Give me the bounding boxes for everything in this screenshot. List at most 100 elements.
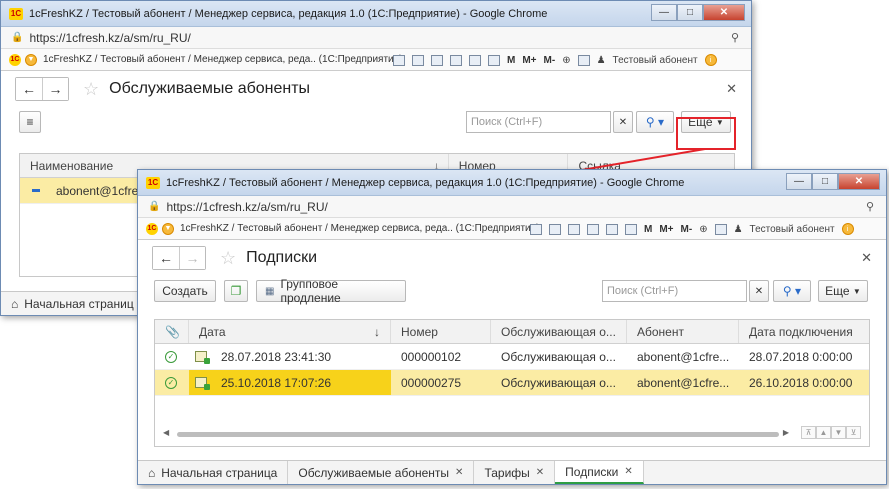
col-number[interactable]: Номер: [391, 320, 491, 343]
search-button[interactable]: ⚲ ▾: [773, 280, 811, 302]
window-title: 1cFreshKZ / Тестовый абонент / Менеджер …: [29, 7, 548, 20]
calculator-icon[interactable]: [606, 223, 618, 235]
row-connected: 28.07.2018 0:00:00: [749, 349, 853, 364]
create-button[interactable]: Создать: [154, 280, 216, 302]
info-icon[interactable]: i: [704, 54, 717, 66]
memory-minus-icon[interactable]: M-: [681, 224, 693, 235]
key-icon[interactable]: ⚲: [866, 200, 874, 213]
close-form-icon[interactable]: ✕: [726, 81, 737, 97]
search-input[interactable]: Поиск (Ctrl+F): [466, 111, 611, 133]
forward-arrow-icon[interactable]: →: [42, 78, 68, 100]
scanner-icon[interactable]: [587, 223, 599, 235]
favorite-star-icon[interactable]: ☆: [220, 248, 236, 269]
save-icon[interactable]: [393, 54, 405, 66]
tab-tariffs-label: Тарифы: [484, 465, 530, 480]
info-icon[interactable]: i: [841, 223, 854, 235]
horizontal-scrollbar[interactable]: ◀ ▶: [163, 428, 789, 438]
url-text[interactable]: https://1cfresh.kz/a/sm/ru_RU/: [29, 31, 190, 45]
menu-icon[interactable]: ▼: [25, 53, 37, 66]
tab-home[interactable]: ⌂ Начальная страниц: [1, 292, 145, 315]
scanner-icon[interactable]: [450, 54, 462, 66]
window-titlebar[interactable]: 1С 1cFreshKZ / Тестовый абонент / Менедж…: [1, 1, 751, 27]
tab-subscriptions[interactable]: Подписки ✕: [555, 461, 644, 484]
users-icon[interactable]: [431, 54, 443, 66]
close-tab-icon[interactable]: ✕: [624, 466, 632, 477]
close-window-icon[interactable]: ✕: [703, 4, 745, 21]
memory-plus-icon[interactable]: M+: [522, 55, 536, 66]
address-bar[interactable]: 🔒 https://1cfresh.kz/a/sm/ru_RU/ ⚲: [138, 196, 886, 218]
favorite-star-icon[interactable]: ☆: [83, 79, 99, 100]
table-row[interactable]: ✓ 28.07.2018 23:41:30 000000102 Обслужив…: [155, 344, 869, 370]
close-tab-icon[interactable]: ✕: [536, 467, 544, 478]
tab-home[interactable]: ⌂ Начальная страница: [138, 461, 289, 484]
maximize-icon[interactable]: □: [677, 4, 703, 21]
zoom-icon[interactable]: ⊕: [699, 224, 707, 235]
command-bar: ≡ Поиск (Ctrl+F) ✕ ⚲ ▾ Еще ▼: [1, 107, 751, 137]
search-button[interactable]: ⚲ ▾: [636, 111, 674, 133]
key-icon[interactable]: ⚲: [731, 31, 739, 44]
home-icon: ⌂: [11, 296, 19, 311]
back-arrow-icon[interactable]: ←: [153, 247, 179, 269]
window-layout-icon[interactable]: [577, 54, 590, 66]
col-date[interactable]: Дата ↓: [189, 320, 391, 343]
first-row-icon[interactable]: ⊼: [801, 426, 816, 439]
window-layout-icon[interactable]: [714, 223, 727, 235]
scroll-left-icon[interactable]: ◀: [163, 428, 169, 437]
tab-abonents[interactable]: Обслуживаемые абоненты ✕: [288, 461, 475, 484]
row-name: abonent@1cfre: [56, 183, 139, 198]
more-button[interactable]: Еще ▼: [818, 280, 868, 302]
memory-minus-icon[interactable]: M-: [544, 55, 556, 66]
user-name[interactable]: Тестовый абонент: [750, 224, 835, 235]
col-connected[interactable]: Дата подключения: [739, 320, 869, 343]
scroll-thumb[interactable]: [177, 432, 779, 437]
close-window-icon[interactable]: ✕: [838, 173, 880, 190]
menu-icon[interactable]: ▼: [162, 222, 174, 235]
calendar-icon[interactable]: [625, 223, 637, 235]
col-org[interactable]: Обслуживающая о...: [491, 320, 627, 343]
row-number: 000000102: [401, 349, 462, 364]
col-attachment[interactable]: 📎: [155, 320, 189, 343]
app-tools: M M+ M- ⊕ ♟ Тестовый абонент i: [393, 54, 723, 66]
copy-icon: ❐: [230, 284, 242, 298]
list-view-button[interactable]: ≡: [19, 111, 41, 133]
next-row-icon[interactable]: ▼: [831, 426, 846, 439]
group-renew-button[interactable]: ▦ Групповое продление: [256, 277, 406, 305]
clear-search-button[interactable]: ✕: [613, 111, 633, 133]
table-row[interactable]: ✓ 25.10.2018 17:07:26 000000275 Обслужив…: [155, 370, 869, 396]
user-name[interactable]: Тестовый абонент: [613, 55, 698, 66]
search-input[interactable]: Поиск (Ctrl+F): [602, 280, 747, 302]
url-text[interactable]: https://1cfresh.kz/a/sm/ru_RU/: [166, 200, 327, 214]
zoom-icon[interactable]: ⊕: [562, 55, 570, 66]
clear-search-button[interactable]: ✕: [749, 280, 769, 302]
memory-icon[interactable]: M: [644, 224, 652, 235]
paperclip-icon: 📎: [165, 324, 180, 339]
close-tab-icon[interactable]: ✕: [455, 467, 463, 478]
window-titlebar[interactable]: 1С 1cFreshKZ / Тестовый абонент / Менедж…: [138, 170, 886, 196]
row-connected: 26.10.2018 0:00:00: [749, 375, 853, 390]
scroll-right-icon[interactable]: ▶: [783, 428, 789, 437]
copy-button[interactable]: ❐: [224, 280, 248, 302]
check-circle-icon: ✓: [165, 350, 177, 363]
calendar-icon[interactable]: [488, 54, 500, 66]
last-row-icon[interactable]: ⊻: [846, 426, 861, 439]
back-arrow-icon[interactable]: ←: [16, 78, 42, 100]
close-form-icon[interactable]: ✕: [861, 250, 872, 266]
minimize-icon[interactable]: —: [786, 173, 812, 190]
subscriptions-table: 📎 Дата ↓ Номер Обслуживающая о... Абонент…: [154, 319, 870, 447]
calculator-icon[interactable]: [469, 54, 481, 66]
users-icon[interactable]: [568, 223, 580, 235]
prev-row-icon[interactable]: ▲: [816, 426, 831, 439]
maximize-icon[interactable]: □: [812, 173, 838, 190]
minimize-icon[interactable]: —: [651, 4, 677, 21]
tab-tariffs[interactable]: Тарифы ✕: [474, 461, 556, 484]
address-bar[interactable]: 🔒 https://1cfresh.kz/a/sm/ru_RU/ ⚲: [1, 27, 751, 49]
col-subscriber[interactable]: Абонент: [627, 320, 739, 343]
print-icon[interactable]: [549, 223, 561, 235]
save-icon[interactable]: [530, 223, 542, 235]
document-icon: [195, 377, 210, 390]
forward-arrow-icon[interactable]: →: [179, 247, 205, 269]
print-icon[interactable]: [412, 54, 424, 66]
table-header: 📎 Дата ↓ Номер Обслуживающая о... Абонент…: [155, 320, 869, 344]
memory-plus-icon[interactable]: M+: [659, 224, 673, 235]
memory-icon[interactable]: M: [507, 55, 515, 66]
